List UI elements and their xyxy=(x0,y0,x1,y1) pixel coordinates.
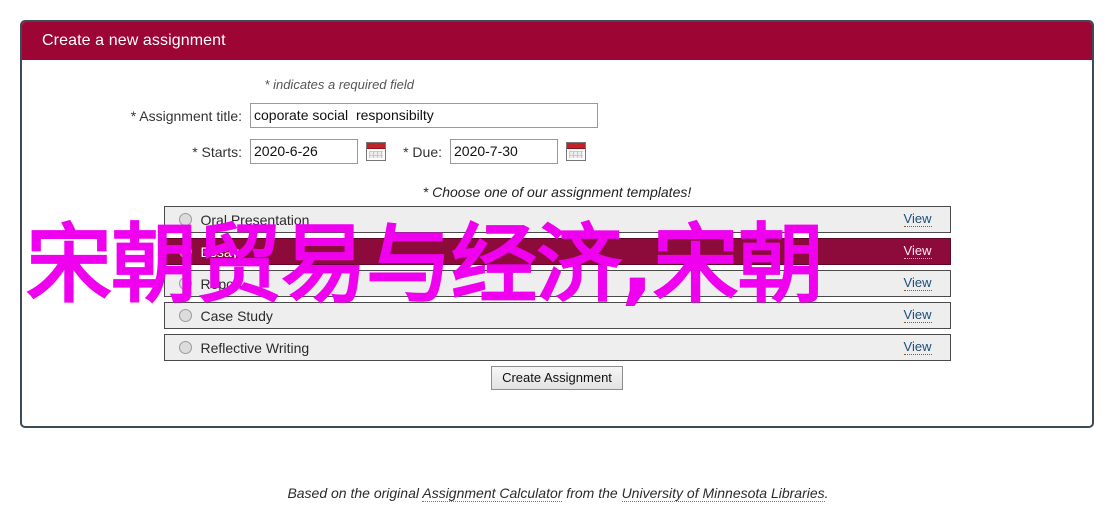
assignment-calculator-link[interactable]: Assignment Calculator xyxy=(422,485,563,502)
starts-date-input[interactable] xyxy=(250,139,358,164)
view-link[interactable]: View xyxy=(903,340,932,355)
view-link[interactable]: View xyxy=(903,212,932,227)
radio-icon[interactable] xyxy=(178,245,192,258)
radio-icon[interactable] xyxy=(178,213,192,226)
radio-icon[interactable] xyxy=(178,341,192,354)
template-label: Oral Presentation xyxy=(200,211,310,228)
template-row-oral-presentation[interactable]: Oral Presentation View xyxy=(163,206,951,233)
template-label: Reflective Writing xyxy=(200,339,310,356)
create-assignment-panel: Create a new assignment * indicates a re… xyxy=(20,20,1094,428)
template-row-case-study[interactable]: Case Study View xyxy=(163,302,951,329)
footer-suffix: . xyxy=(824,485,829,501)
template-label: Case Study xyxy=(200,307,273,324)
calendar-icon-due[interactable] xyxy=(566,142,586,161)
view-link[interactable]: View xyxy=(903,244,932,259)
due-date-label: * Due: xyxy=(403,143,442,160)
radio-icon[interactable] xyxy=(178,309,192,322)
due-date-input[interactable] xyxy=(450,139,558,164)
view-link[interactable]: View xyxy=(903,308,932,323)
create-assignment-button[interactable]: Create Assignment xyxy=(491,366,623,390)
template-list: Oral Presentation View Essay View Report… xyxy=(163,206,951,361)
umn-libraries-link[interactable]: University of Minnesota Libraries xyxy=(621,485,825,502)
template-row-reflective-writing[interactable]: Reflective Writing View xyxy=(163,334,951,361)
assignment-dates-row: * Starts: * Due: xyxy=(22,139,1092,164)
assignment-title-row: * Assignment title: xyxy=(22,103,1092,128)
footer-prefix: Based on the original xyxy=(287,485,423,501)
template-label: Report xyxy=(200,275,243,292)
radio-icon[interactable] xyxy=(178,277,192,290)
panel-title: Create a new assignment xyxy=(22,22,1092,60)
calendar-icon-starts[interactable] xyxy=(366,142,386,161)
assignment-title-label: * Assignment title: xyxy=(130,107,242,124)
template-row-report[interactable]: Report View xyxy=(163,270,951,297)
template-label: Essay xyxy=(200,243,239,260)
footer-attribution: Based on the original Assignment Calcula… xyxy=(0,485,1116,502)
template-row-essay[interactable]: Essay View xyxy=(163,238,951,265)
starts-date-label: * Starts: xyxy=(192,143,242,160)
required-field-note: * indicates a required field xyxy=(264,77,414,92)
footer-middle: from the xyxy=(562,485,622,501)
choose-template-note: * Choose one of our assignment templates… xyxy=(422,184,692,200)
submit-area: Create Assignment xyxy=(22,366,1092,390)
view-link[interactable]: View xyxy=(903,276,932,291)
assignment-title-input[interactable] xyxy=(250,103,598,128)
